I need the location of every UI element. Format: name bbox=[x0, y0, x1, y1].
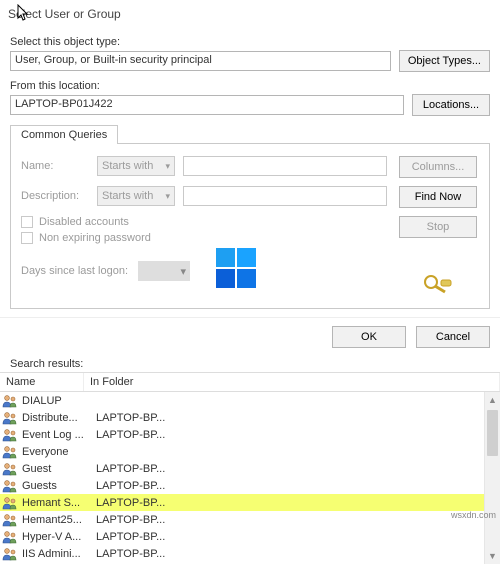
results-header: Name In Folder bbox=[0, 372, 500, 392]
row-folder: LAPTOP-BP... bbox=[96, 412, 498, 424]
search-results-label: Search results: bbox=[0, 356, 500, 372]
table-row[interactable]: Hemant25... LAPTOP-BP... bbox=[0, 511, 500, 528]
scroll-up-icon[interactable]: ▲ bbox=[485, 392, 500, 408]
chevron-down-icon: ▾ bbox=[180, 265, 186, 278]
columns-button[interactable]: Columns... bbox=[399, 156, 477, 178]
object-types-button[interactable]: Object Types... bbox=[399, 50, 490, 72]
object-type-label: Select this object type: bbox=[10, 36, 490, 48]
locations-button[interactable]: Locations... bbox=[412, 94, 490, 116]
row-folder: LAPTOP-BP... bbox=[96, 497, 498, 509]
row-folder: LAPTOP-BP... bbox=[96, 480, 498, 492]
user-group-icon bbox=[2, 513, 18, 527]
days-since-combo[interactable]: ▾ bbox=[138, 261, 190, 281]
find-now-button[interactable]: Find Now bbox=[399, 186, 477, 208]
row-name: Everyone bbox=[22, 446, 92, 458]
user-group-icon bbox=[2, 496, 18, 510]
description-input[interactable] bbox=[183, 186, 387, 206]
row-folder: LAPTOP-BP... bbox=[96, 548, 498, 560]
row-name: Guest bbox=[22, 463, 92, 475]
title-bar: Select User or Group bbox=[0, 0, 500, 28]
row-name: Hyper-V A... bbox=[22, 531, 92, 543]
user-group-icon bbox=[2, 462, 18, 476]
ok-button[interactable]: OK bbox=[332, 326, 406, 348]
windows-logo-icon bbox=[216, 248, 256, 288]
name-mode-combo[interactable]: Starts with ▾ bbox=[97, 156, 175, 176]
row-name: Hemant S... bbox=[22, 497, 92, 509]
results-grid[interactable]: DIALUPDistribute...LAPTOP-BP...Event Log… bbox=[0, 392, 500, 564]
table-row[interactable]: IIS Admini... LAPTOP-BP... bbox=[0, 545, 500, 562]
name-label: Name: bbox=[21, 160, 89, 172]
row-folder: LAPTOP-BP... bbox=[96, 463, 498, 475]
object-type-field[interactable]: User, Group, or Built-in security princi… bbox=[10, 51, 391, 71]
user-group-icon bbox=[2, 547, 18, 561]
row-name: Event Log ... bbox=[22, 429, 92, 441]
location-label: From this location: bbox=[10, 80, 490, 92]
row-folder: LAPTOP-BP... bbox=[96, 514, 498, 526]
row-name: Distribute... bbox=[22, 412, 92, 424]
row-name: Hemant25... bbox=[22, 514, 92, 526]
stop-button[interactable]: Stop bbox=[399, 216, 477, 238]
description-label: Description: bbox=[21, 190, 89, 202]
row-folder: LAPTOP-BP... bbox=[96, 531, 498, 543]
user-group-icon bbox=[2, 428, 18, 442]
location-field[interactable]: LAPTOP-BP01J422 bbox=[10, 95, 404, 115]
scroll-down-icon[interactable]: ▼ bbox=[485, 548, 500, 564]
non-expiring-label: Non expiring password bbox=[39, 232, 151, 244]
user-group-icon bbox=[2, 479, 18, 493]
footer-watermark: wsxdn.com bbox=[451, 510, 496, 520]
user-group-icon bbox=[2, 411, 18, 425]
scrollbar-vertical[interactable]: ▲ ▼ bbox=[484, 392, 500, 564]
table-row[interactable]: Everyone bbox=[0, 443, 500, 460]
col-folder[interactable]: In Folder bbox=[84, 373, 500, 391]
chevron-down-icon: ▾ bbox=[165, 161, 170, 172]
chevron-down-icon: ▾ bbox=[165, 191, 170, 202]
disabled-accounts-label: Disabled accounts bbox=[39, 216, 129, 228]
table-row[interactable]: Hyper-V A... LAPTOP-BP... bbox=[0, 528, 500, 545]
search-key-icon bbox=[423, 274, 453, 294]
window-title: Select User or Group bbox=[8, 7, 121, 21]
row-name: Guests bbox=[22, 480, 92, 492]
table-row[interactable]: Guest LAPTOP-BP... bbox=[0, 460, 500, 477]
disabled-accounts-checkbox[interactable] bbox=[21, 216, 33, 228]
row-name: DIALUP bbox=[22, 395, 92, 407]
user-group-icon bbox=[2, 394, 18, 408]
table-row[interactable]: Hemant S... LAPTOP-BP... bbox=[0, 494, 500, 511]
name-input[interactable] bbox=[183, 156, 387, 176]
days-since-label: Days since last logon: bbox=[21, 265, 128, 277]
queries-panel: Name: Starts with ▾ Description: Starts … bbox=[10, 143, 490, 309]
table-row[interactable]: DIALUP bbox=[0, 392, 500, 409]
table-row[interactable]: Event Log ... LAPTOP-BP... bbox=[0, 426, 500, 443]
table-row[interactable]: Distribute... LAPTOP-BP... bbox=[0, 409, 500, 426]
user-group-icon bbox=[2, 530, 18, 544]
user-group-icon bbox=[2, 445, 18, 459]
col-name[interactable]: Name bbox=[0, 373, 84, 391]
row-name: IIS Admini... bbox=[22, 548, 92, 560]
cancel-button[interactable]: Cancel bbox=[416, 326, 490, 348]
tab-common-queries[interactable]: Common Queries bbox=[10, 125, 118, 144]
scroll-thumb[interactable] bbox=[487, 410, 498, 456]
non-expiring-checkbox[interactable] bbox=[21, 232, 33, 244]
table-row[interactable]: Guests LAPTOP-BP... bbox=[0, 477, 500, 494]
row-folder: LAPTOP-BP... bbox=[96, 429, 498, 441]
description-mode-combo[interactable]: Starts with ▾ bbox=[97, 186, 175, 206]
